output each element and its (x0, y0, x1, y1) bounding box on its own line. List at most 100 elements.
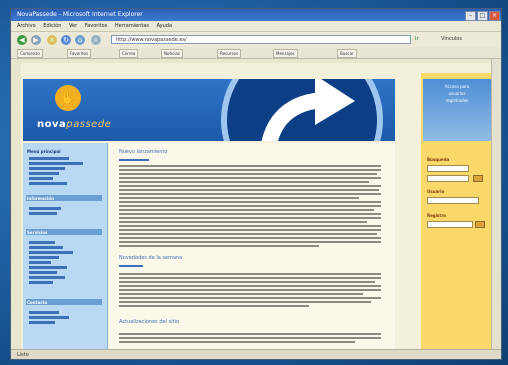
menu-file[interactable]: Archivo (17, 23, 36, 29)
nav-link[interactable] (29, 212, 57, 215)
login-banner: Acceso para usuarios registrados (423, 79, 491, 141)
refresh-icon[interactable]: ↻ (61, 35, 71, 45)
nav-link[interactable] (29, 246, 63, 249)
maximize-icon[interactable]: □ (477, 11, 488, 21)
text-line (119, 209, 374, 211)
back-icon[interactable]: ◀ (17, 35, 27, 45)
bookmark-item[interactable]: Recursos (217, 49, 242, 58)
nav-section-title: Información (27, 196, 55, 201)
article-heading[interactable]: Actualizaciones del sitio (119, 319, 179, 325)
nav-link[interactable] (29, 276, 65, 279)
text-line (119, 281, 375, 283)
article-subheading (119, 265, 143, 267)
search-label: Búsqueda (427, 157, 450, 162)
text-line (119, 293, 363, 295)
nav-link[interactable] (29, 162, 83, 165)
forward-icon[interactable]: ▶ (31, 35, 41, 45)
user-label: Usuario (427, 189, 445, 194)
bookmark-item[interactable]: Buscar (337, 49, 357, 58)
web-page: ✋ novapassede Menú principal Información… (21, 63, 499, 355)
nav-link[interactable] (29, 271, 57, 274)
search-input[interactable] (427, 165, 469, 172)
bookmark-item[interactable]: Favoritos (67, 49, 92, 58)
bookmark-item[interactable]: Comienzo (17, 49, 43, 58)
stop-icon[interactable]: × (47, 35, 57, 45)
bookmark-item[interactable]: Mensajes (273, 49, 298, 58)
article-subheading (119, 159, 149, 161)
text-line (119, 229, 381, 231)
text-line (119, 185, 381, 187)
text-line (119, 305, 309, 307)
register-label: Registro (427, 213, 447, 218)
main-content: Nuevo lanzamiento Novedades de la semana… (109, 143, 395, 355)
nav-section-title: Menú principal (27, 149, 61, 154)
article-heading[interactable]: Novedades de la semana (119, 255, 182, 261)
menu-favorites[interactable]: Favoritos (85, 23, 108, 29)
text-line (119, 193, 381, 195)
bookmark-item[interactable]: Correo (119, 49, 139, 58)
text-line (119, 245, 319, 247)
username-input[interactable] (427, 197, 479, 204)
banner-line: Acceso para (444, 84, 470, 89)
register-input[interactable] (427, 221, 473, 228)
links-label[interactable]: Vínculos (441, 35, 462, 44)
home-icon[interactable]: ⌂ (75, 35, 85, 45)
nav-link[interactable] (29, 321, 55, 324)
nav-link[interactable] (29, 266, 67, 269)
nav-link[interactable] (29, 251, 73, 254)
text-line (119, 289, 381, 291)
text-line (119, 337, 381, 339)
nav-link[interactable] (29, 172, 59, 175)
bookmarks-bar: Comienzo Favoritos Correo Noticias Recur… (11, 47, 501, 59)
nav-link[interactable] (29, 281, 53, 284)
search-options-input[interactable] (427, 175, 469, 182)
text-line (119, 181, 369, 183)
nav-link[interactable] (29, 182, 67, 185)
nav-link[interactable] (29, 177, 53, 180)
site-header: ✋ novapassede (23, 79, 395, 141)
nav-link[interactable] (29, 316, 69, 319)
address-input[interactable]: http://www.novapassede.es/ (111, 35, 411, 44)
article-heading[interactable]: Nuevo lanzamiento (119, 149, 167, 155)
status-text: Listo (17, 352, 29, 358)
nav-link[interactable] (29, 261, 51, 264)
text-line (119, 273, 381, 275)
menu-tools[interactable]: Herramientas (115, 23, 149, 29)
text-line (119, 237, 381, 239)
text-line (119, 333, 381, 335)
close-icon[interactable]: × (489, 11, 500, 21)
site-logo[interactable]: novapassede (37, 119, 111, 130)
nav-link[interactable] (29, 256, 59, 259)
menu-edit[interactable]: Edición (43, 23, 61, 29)
text-line (119, 173, 377, 175)
vertical-scrollbar[interactable] (491, 59, 501, 355)
banner-line: usuarios (448, 91, 466, 96)
register-button[interactable] (475, 221, 485, 228)
nav-link[interactable] (29, 241, 55, 244)
nav-section-title: Contacto (27, 300, 48, 305)
nav-link[interactable] (29, 167, 65, 170)
browser-window: NovaPassede - Microsoft Internet Explore… (10, 8, 502, 360)
text-line (119, 205, 381, 207)
minimize-icon[interactable]: – (465, 11, 476, 21)
window-titlebar: NovaPassede - Microsoft Internet Explore… (11, 9, 501, 21)
text-line (119, 241, 381, 243)
text-line (119, 277, 381, 279)
site-logo-icon[interactable]: ✋ (55, 85, 81, 111)
nav-link[interactable] (29, 311, 59, 314)
search-button[interactable] (473, 175, 483, 182)
page-viewport: ✋ novapassede Menú principal Información… (11, 59, 501, 355)
text-line (119, 233, 377, 235)
bookmark-item[interactable]: Noticias (161, 49, 183, 58)
menu-help[interactable]: Ayuda (157, 23, 172, 29)
text-line (119, 341, 355, 343)
text-line (119, 213, 381, 215)
nav-link[interactable] (29, 157, 69, 160)
text-line (119, 285, 381, 287)
go-button[interactable]: Ir (415, 35, 419, 44)
menu-view[interactable]: Ver (69, 23, 77, 29)
nav-link[interactable] (29, 207, 61, 210)
left-navigation: Menú principal Información Servicios Con… (23, 143, 108, 355)
text-line (119, 169, 381, 171)
search-icon[interactable]: ⌕ (91, 35, 101, 45)
